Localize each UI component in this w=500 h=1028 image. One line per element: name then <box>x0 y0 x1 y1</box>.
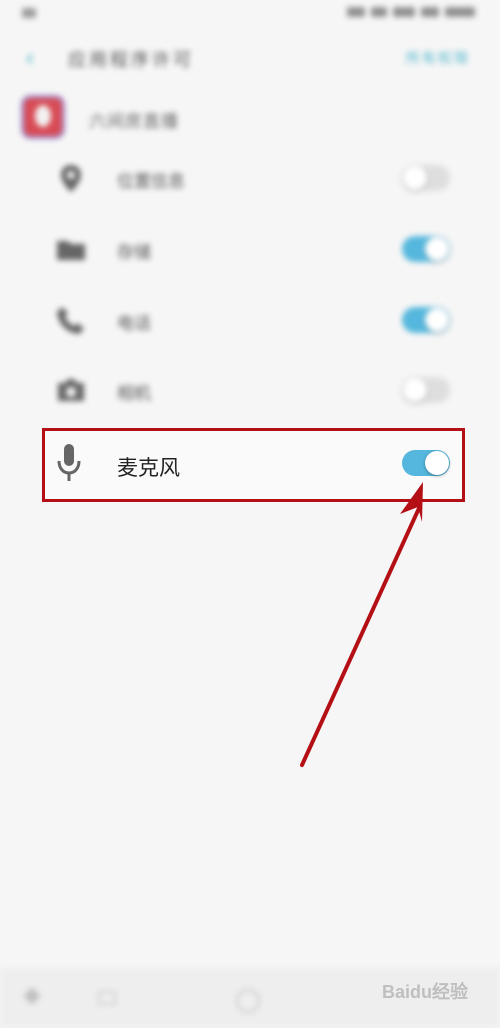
nav-back-icon[interactable] <box>23 987 41 1005</box>
permission-label: 相机 <box>117 384 151 404</box>
watermark: Baidu经验 <box>382 982 469 1002</box>
folder-icon <box>57 241 85 260</box>
permission-row-location[interactable]: 位置信息 <box>0 151 500 207</box>
nav-recents-icon[interactable] <box>98 991 116 1005</box>
permission-label: 存储 <box>117 243 151 263</box>
location-icon <box>61 165 81 192</box>
microphone-icon <box>57 444 81 481</box>
status-icons <box>347 7 475 17</box>
storage-toggle[interactable] <box>402 236 450 262</box>
status-bar <box>0 0 500 30</box>
phone-icon <box>57 307 84 334</box>
toggle-knob <box>425 451 449 475</box>
phone-toggle[interactable] <box>402 307 450 333</box>
toggle-knob <box>425 237 449 261</box>
app-name: 六间房直播 <box>89 112 179 132</box>
microphone-label: 麦克风 <box>117 456 180 480</box>
microphone-toggle[interactable] <box>402 450 450 476</box>
camera-icon <box>58 379 84 401</box>
app-icon <box>21 95 65 139</box>
permission-row-phone[interactable]: 电话 <box>0 293 500 349</box>
page-title: 应用程序许可 <box>68 50 194 71</box>
permission-label: 位置信息 <box>117 172 185 192</box>
toggle-knob <box>403 378 427 402</box>
camera-toggle[interactable] <box>402 377 450 403</box>
back-arrow-icon[interactable]: ‹ <box>25 44 35 72</box>
all-permissions-link[interactable]: 所有权限 <box>406 48 470 68</box>
nav-home-icon[interactable] <box>236 989 260 1013</box>
app-row: 六间房直播 <box>0 95 500 143</box>
permission-row-camera[interactable]: 相机 <box>0 363 500 419</box>
permission-row-storage[interactable]: 存储 <box>0 222 500 278</box>
toggle-knob <box>403 166 427 190</box>
permission-label: 电话 <box>117 314 151 334</box>
app-bar: ‹ 应用程序许可 所有权限 <box>0 36 500 82</box>
toggle-knob <box>425 308 449 332</box>
location-toggle[interactable] <box>402 165 450 191</box>
notification-icon <box>22 8 36 18</box>
